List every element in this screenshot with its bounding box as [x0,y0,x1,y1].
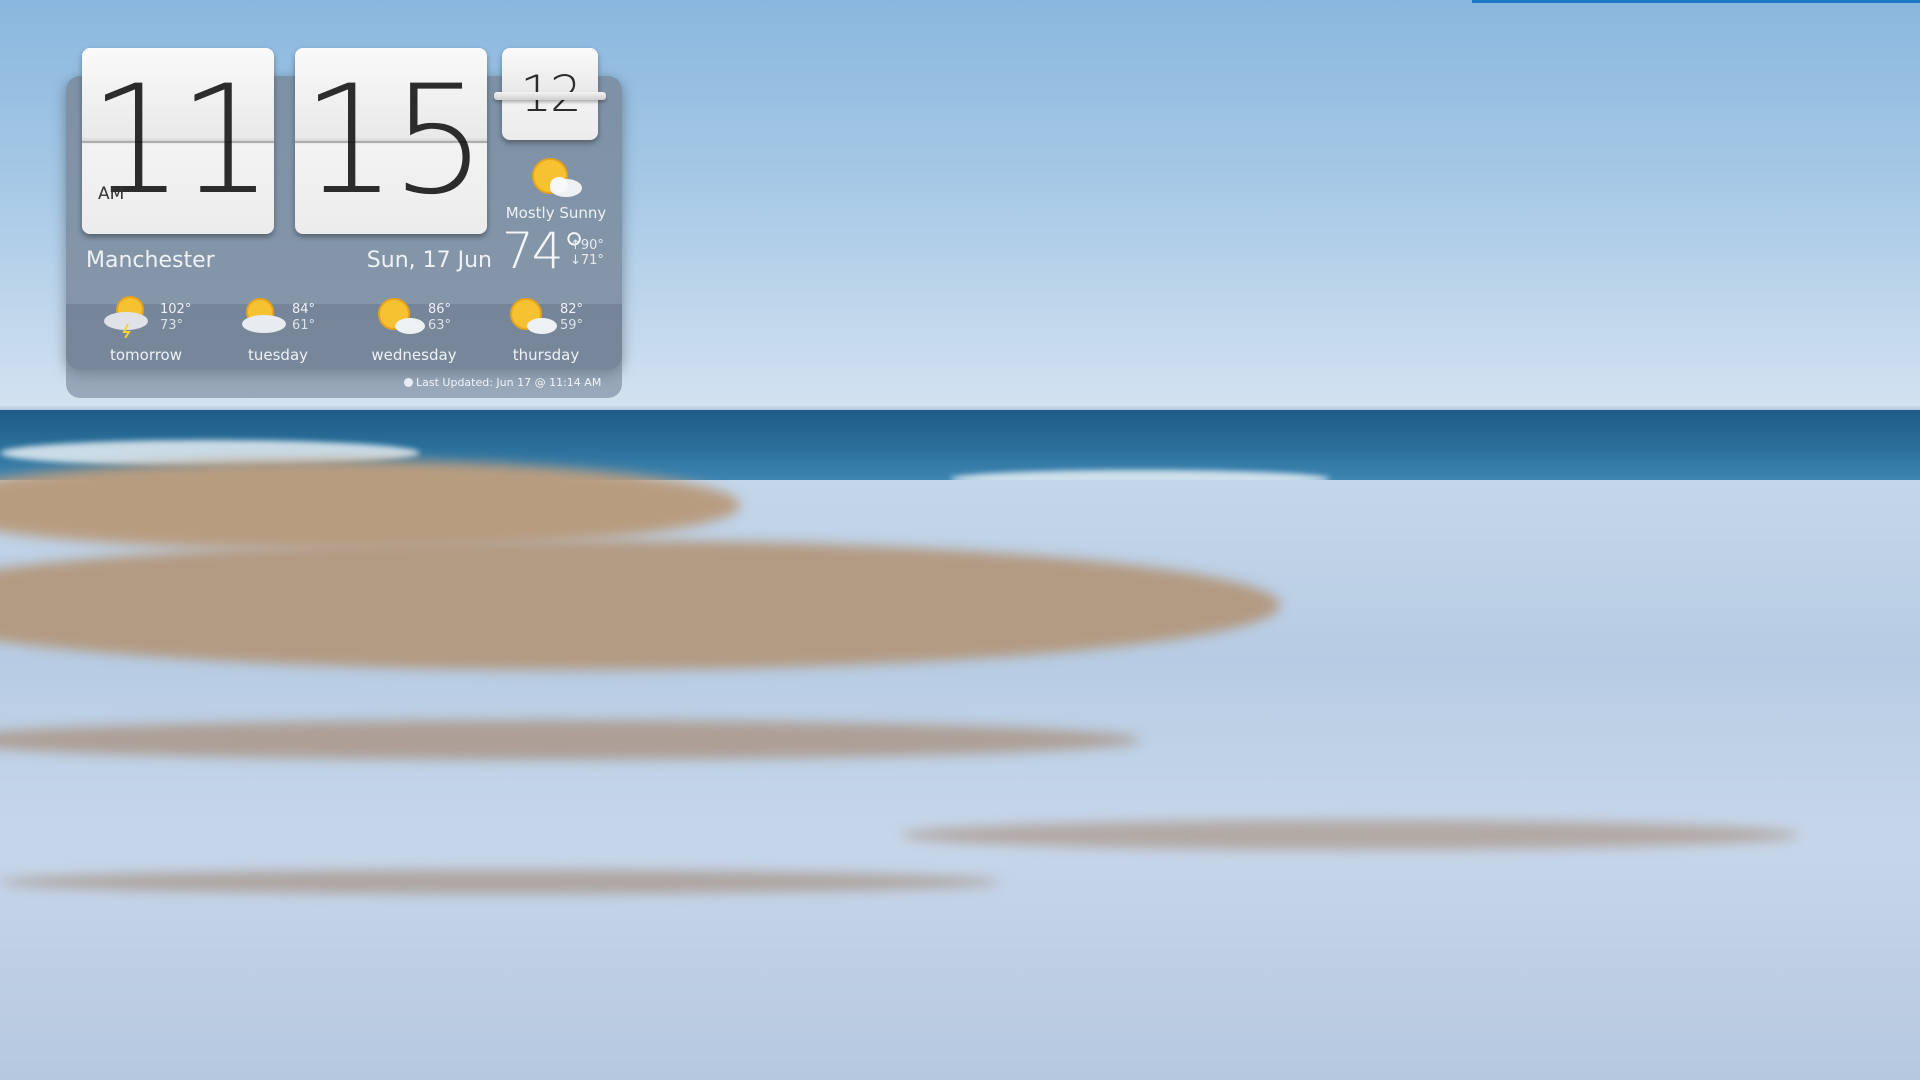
city-label[interactable]: Manchester [86,248,215,273]
forecast-low: 73° [160,318,184,333]
forecast-day-name: thursday [512,346,580,364]
thunderstorm-sun-icon [104,296,148,338]
forecast-high: 102° [160,302,192,317]
today-low: ↓71° [570,253,604,268]
hours-flip-card[interactable]: 11 AM [82,48,274,234]
forecast-day-name: tuesday [247,346,309,364]
forecast-high: 86° [428,302,452,317]
forecast-low: 59° [560,318,584,333]
forecast-high: 82° [560,302,584,317]
partly-cloudy-icon [242,298,286,333]
last-updated-text: Last Updated: Jun 17 @ 11:14 AM [416,376,602,389]
clock-weather-widget[interactable]: 11 AM 15 12 Manchester Sun, 17 Jun Mostl… [66,48,622,398]
flip-split [295,141,487,143]
forecast-day[interactable]: 82° 59° thursday [496,294,616,374]
last-updated-status[interactable]: Last Updated: Jun 17 @ 11:14 AM [404,376,674,389]
forecast-day-name: wednesday [371,346,457,364]
sand-bar [900,820,1800,850]
minutes-flip-card[interactable]: 15 [295,48,487,234]
forecast-day-name: tomorrow [109,346,183,364]
forecast-day[interactable]: 102° 73° tomorrow [96,294,216,374]
flip-split [82,141,274,143]
forecast-day[interactable]: 84° 61° tuesday [228,294,348,374]
seconds-flap [494,92,606,100]
today-high: ↑90° [570,238,604,253]
partly-sunny-icon[interactable] [526,154,586,202]
forecast-day[interactable]: 86° 63° wednesday [364,294,484,374]
condition-text: Mostly Sunny [505,204,607,222]
mostly-sunny-icon [378,298,425,334]
forecast-low: 61° [292,318,316,333]
refresh-icon[interactable] [404,378,413,387]
ampm-label: AM [98,184,125,204]
today-high-low: ↑90° ↓71° [570,238,604,268]
forecast-low: 63° [428,318,452,333]
mostly-sunny-icon [510,298,557,334]
date-label[interactable]: Sun, 17 Jun [356,248,492,273]
forecast-high: 84° [292,302,316,317]
progress-bar [1472,0,1920,3]
sand-bar [0,870,1000,894]
